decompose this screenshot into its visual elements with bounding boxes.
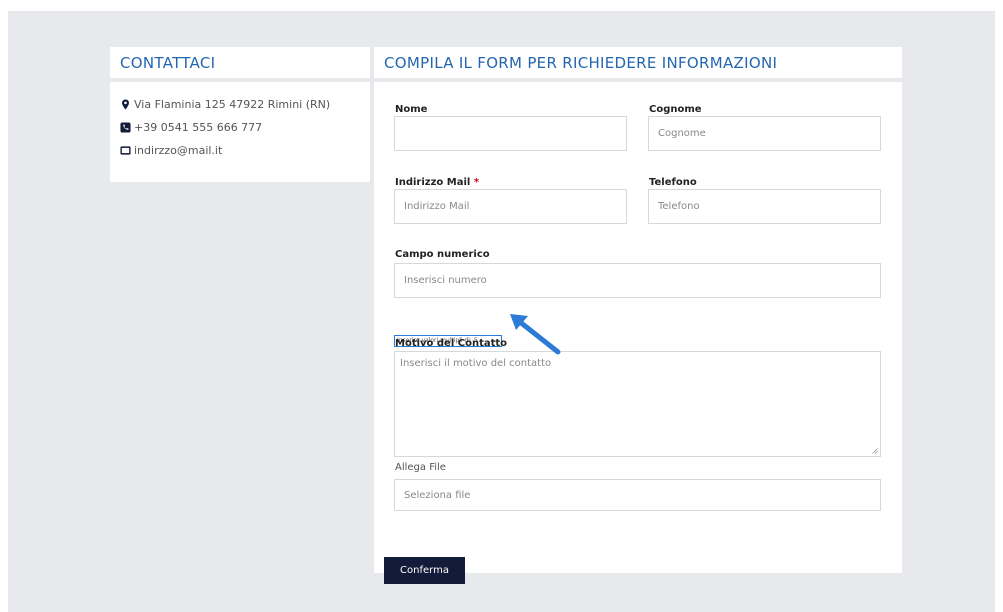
cognome-input[interactable]: Cognome (648, 116, 881, 151)
resize-grip-icon[interactable] (872, 448, 878, 454)
submit-button[interactable]: Conferma (384, 557, 465, 584)
telefono-label: Telefono (649, 177, 697, 188)
sidebar-header: CONTATTACI (110, 47, 370, 78)
email-text[interactable]: indirzzo@mail.it (134, 144, 222, 157)
file-input[interactable]: Seleziona file (394, 479, 881, 511)
form-header: COMPILA IL FORM PER RICHIEDERE INFORMAZI… (374, 47, 902, 78)
mail-label-text: Indirizzo Mail (395, 177, 471, 188)
phone-icon (120, 122, 131, 133)
envelope-icon (120, 146, 131, 155)
form-title: COMPILA IL FORM PER RICHIEDERE INFORMAZI… (384, 54, 778, 72)
nome-input[interactable] (394, 116, 627, 151)
numero-label: Campo numerico (395, 249, 490, 260)
telefono-input[interactable]: Telefono (648, 189, 881, 224)
nome-label: Nome (395, 104, 428, 115)
required-mark: * (473, 177, 480, 188)
motivo-placeholder: Inserisci il motivo del contatto (400, 358, 552, 369)
phone-row: +39 0541 555 666 777 (120, 116, 360, 139)
motivo-textarea[interactable]: Inserisci il motivo del contatto (394, 351, 881, 457)
sidebar-title: CONTATTACI (120, 54, 216, 72)
email-row: indirzzo@mail.it (120, 139, 360, 162)
sidebar-body: Via Flaminia 125 47922 Rimini (RN) +39 0… (110, 82, 370, 182)
address-text: Via Flaminia 125 47922 Rimini (RN) (134, 98, 331, 111)
mail-label: Indirizzo Mail * (395, 177, 479, 188)
annotation-arrow-icon (510, 314, 561, 355)
form-body: Nome Cognome Cognome Indirizzo Mail * In… (374, 82, 902, 584)
contact-sidebar: CONTATTACI Via Flaminia 125 47922 Rimini… (110, 47, 370, 182)
file-label: Allega File (395, 462, 446, 473)
motivo-label: Motivo del Contatto (395, 338, 508, 349)
contact-form-panel: COMPILA IL FORM PER RICHIEDERE INFORMAZI… (374, 47, 902, 584)
cognome-label: Cognome (649, 104, 702, 115)
mail-input[interactable]: Indirizzo Mail (394, 189, 627, 224)
map-marker-icon (122, 99, 129, 110)
numero-input[interactable]: Inserisci numero (394, 263, 881, 298)
phone-text: +39 0541 555 666 777 (134, 121, 263, 134)
address-row: Via Flaminia 125 47922 Rimini (RN) (120, 93, 360, 116)
